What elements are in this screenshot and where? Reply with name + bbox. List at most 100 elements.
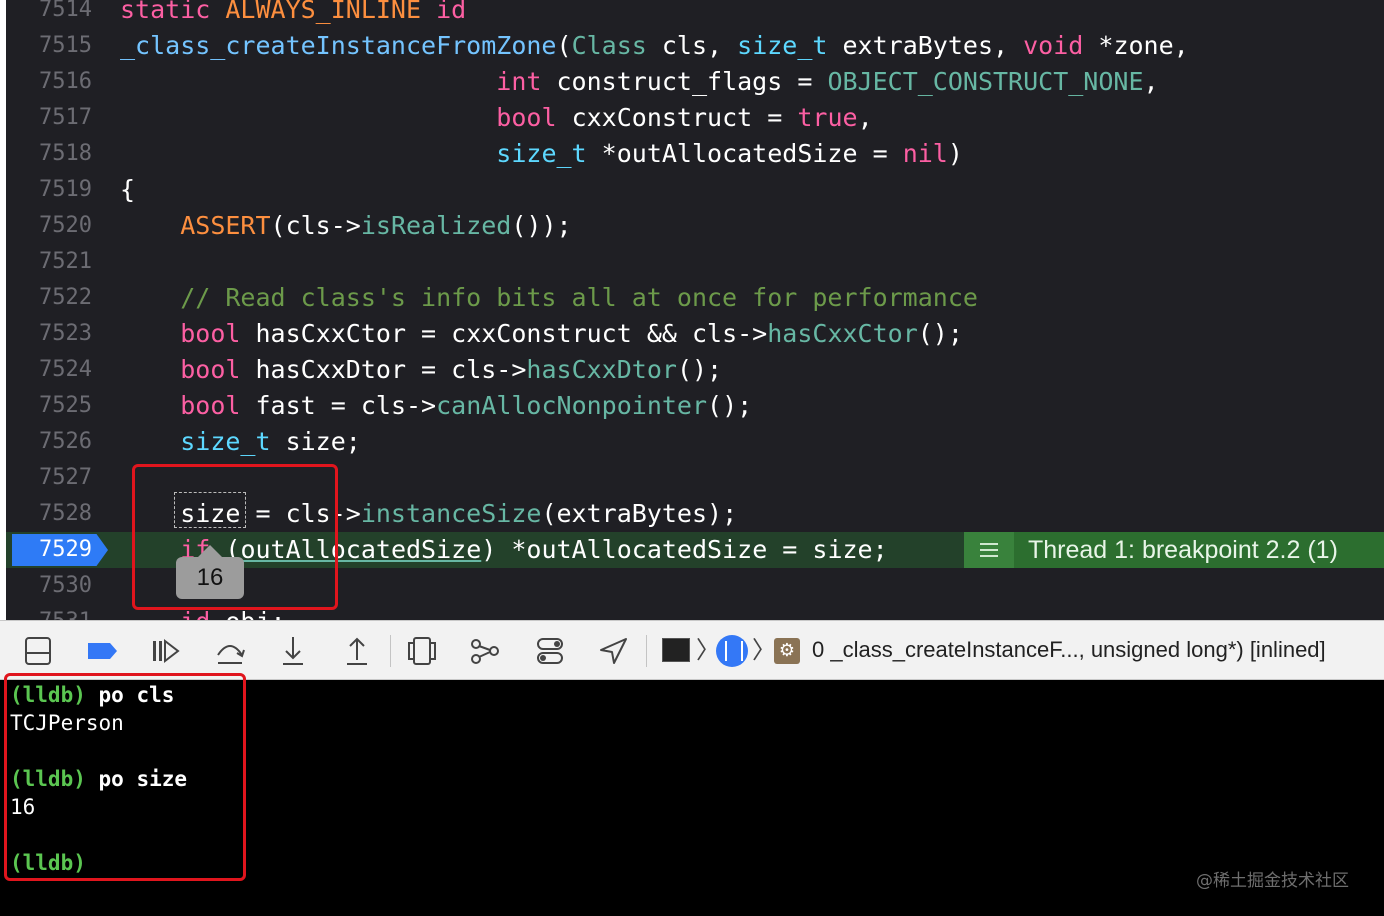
code-token: ();	[676, 355, 723, 384]
step-over-button[interactable]	[210, 631, 250, 671]
code-token: ,	[857, 103, 873, 132]
breakpoint-icon	[82, 631, 122, 675]
code-token: (	[556, 31, 572, 60]
step-over-icon	[210, 631, 250, 675]
code-token: construct_flags =	[541, 67, 828, 96]
code-text: bool hasCxxDtor = cls->hasCxxDtor();	[120, 352, 722, 388]
code-token: cxxConstruct =	[556, 103, 798, 132]
menu-lines-icon[interactable]	[964, 532, 1014, 568]
code-token: OBJECT_CONSTRUCT_NONE	[827, 67, 1144, 96]
code-token: size_t	[180, 427, 271, 456]
code-text: _class_createInstanceFromZone(Class cls,…	[120, 28, 1189, 64]
line-number[interactable]: 7526	[12, 424, 92, 460]
line-number[interactable]: 7528	[12, 496, 92, 532]
line-number[interactable]: 7521	[12, 244, 92, 280]
line-number[interactable]: 7524	[12, 352, 92, 388]
breakpoints-toggle-button[interactable]	[82, 631, 122, 671]
code-token: static	[120, 0, 226, 24]
code-text: {	[120, 172, 135, 208]
code-token: _class_createInstanceFromZone	[120, 31, 557, 60]
view-hierarchy-icon	[402, 631, 442, 675]
line-number[interactable]: 7514	[12, 0, 92, 28]
highlight-box-size	[132, 464, 338, 610]
thread-icon[interactable]	[716, 635, 748, 667]
code-line[interactable]: 7525 bool fast = cls->canAllocNonpointer…	[6, 388, 1384, 424]
code-line[interactable]: 7521	[6, 244, 1384, 280]
code-token: canAllocNonpointer	[436, 391, 708, 420]
step-out-button[interactable]	[337, 631, 377, 671]
code-token: ());	[511, 211, 572, 240]
line-number[interactable]: 7519	[12, 172, 92, 208]
code-token: size_t	[737, 31, 828, 60]
code-token: size_t	[496, 139, 587, 168]
code-token: ASSERT	[180, 211, 271, 240]
code-token: {	[120, 175, 136, 204]
continue-button[interactable]	[145, 631, 185, 671]
code-token: ();	[917, 319, 963, 348]
code-line[interactable]: 7522 // Read class's info bits all at on…	[6, 280, 1384, 316]
code-token: (extraBytes);	[541, 499, 738, 528]
code-text: size_t *outAllocatedSize = nil)	[120, 136, 963, 172]
code-line[interactable]: 7519 {	[6, 172, 1384, 208]
code-token: fast = cls->	[240, 391, 437, 420]
continue-icon	[145, 631, 185, 675]
process-terminal-icon[interactable]	[662, 638, 690, 662]
stack-frame-breadcrumb[interactable]: 0 _class_createInstanceF..., unsigned lo…	[812, 621, 1326, 679]
thread-breakpoint-badge[interactable]: Thread 1: breakpoint 2.2 (1)	[964, 532, 1384, 568]
line-number[interactable]: 7517	[12, 100, 92, 136]
line-number[interactable]: 7525	[12, 388, 92, 424]
code-text: ASSERT(cls->isRealized());	[120, 208, 572, 244]
code-text: bool fast = cls->canAllocNonpointer();	[120, 388, 752, 424]
breakpoint-marker[interactable]: 7529	[12, 534, 108, 566]
toolbar-separator	[390, 635, 391, 667]
code-token: id	[436, 0, 467, 24]
code-token: bool	[496, 103, 557, 132]
line-number[interactable]: 7516	[12, 64, 92, 100]
debug-view-hierarchy-button[interactable]	[402, 631, 442, 671]
step-out-icon	[337, 631, 377, 675]
code-token: isRealized	[360, 211, 512, 240]
line-number: 7529	[39, 537, 92, 562]
line-number[interactable]: 7527	[12, 460, 92, 496]
line-number[interactable]: 7515	[12, 28, 92, 64]
code-token: cls,	[646, 31, 738, 60]
memory-graph-icon	[465, 631, 505, 675]
code-line[interactable]: 7526 size_t size;	[6, 424, 1384, 460]
code-line[interactable]: 7523 bool hasCxxCtor = cxxConstruct && c…	[6, 316, 1384, 352]
code-token: ) *outAllocatedSize = size;	[481, 535, 888, 564]
line-number[interactable]: 7531	[12, 604, 92, 620]
code-line[interactable]: 7518 size_t *outAllocatedSize = nil)	[6, 136, 1384, 172]
location-icon	[593, 631, 633, 675]
code-line[interactable]: 7515 _class_createInstanceFromZone(Class …	[6, 28, 1384, 64]
code-token: nil	[902, 139, 948, 168]
code-token: (cls->	[270, 211, 361, 240]
code-line[interactable]: 7514 static ALWAYS_INLINE id	[6, 0, 1384, 28]
debug-memory-graph-button[interactable]	[465, 631, 505, 671]
code-token: hasCxxDtor	[526, 355, 677, 384]
code-line[interactable]: 7520 ASSERT(cls->isRealized());	[6, 208, 1384, 244]
code-token: *zone,	[1083, 31, 1189, 60]
code-token: *outAllocatedSize =	[586, 139, 903, 168]
step-into-button[interactable]	[273, 631, 313, 671]
code-token: bool	[180, 391, 241, 420]
code-line[interactable]: 7516 int construct_flags = OBJECT_CONSTR…	[6, 64, 1384, 100]
code-line[interactable]: 7524 bool hasCxxDtor = cls->hasCxxDtor()…	[6, 352, 1384, 388]
code-token: hasCxxCtor = cxxConstruct && cls->	[240, 319, 768, 348]
highlight-box-console	[4, 673, 246, 881]
line-number[interactable]: 7518	[12, 136, 92, 172]
toolbar-separator	[646, 635, 647, 667]
code-token: hasCxxDtor = cls->	[240, 355, 527, 384]
hide-debug-area-button[interactable]	[18, 631, 58, 671]
code-token: )	[947, 139, 963, 168]
code-line[interactable]: 7517 bool cxxConstruct = true,	[6, 100, 1384, 136]
line-number[interactable]: 7520	[12, 208, 92, 244]
line-number[interactable]: 7523	[12, 316, 92, 352]
code-token: true	[797, 103, 858, 132]
line-number[interactable]: 7530	[12, 568, 92, 604]
simulate-location-button[interactable]	[593, 631, 633, 671]
line-number[interactable]: 7522	[12, 280, 92, 316]
environment-overrides-button[interactable]	[530, 631, 570, 671]
